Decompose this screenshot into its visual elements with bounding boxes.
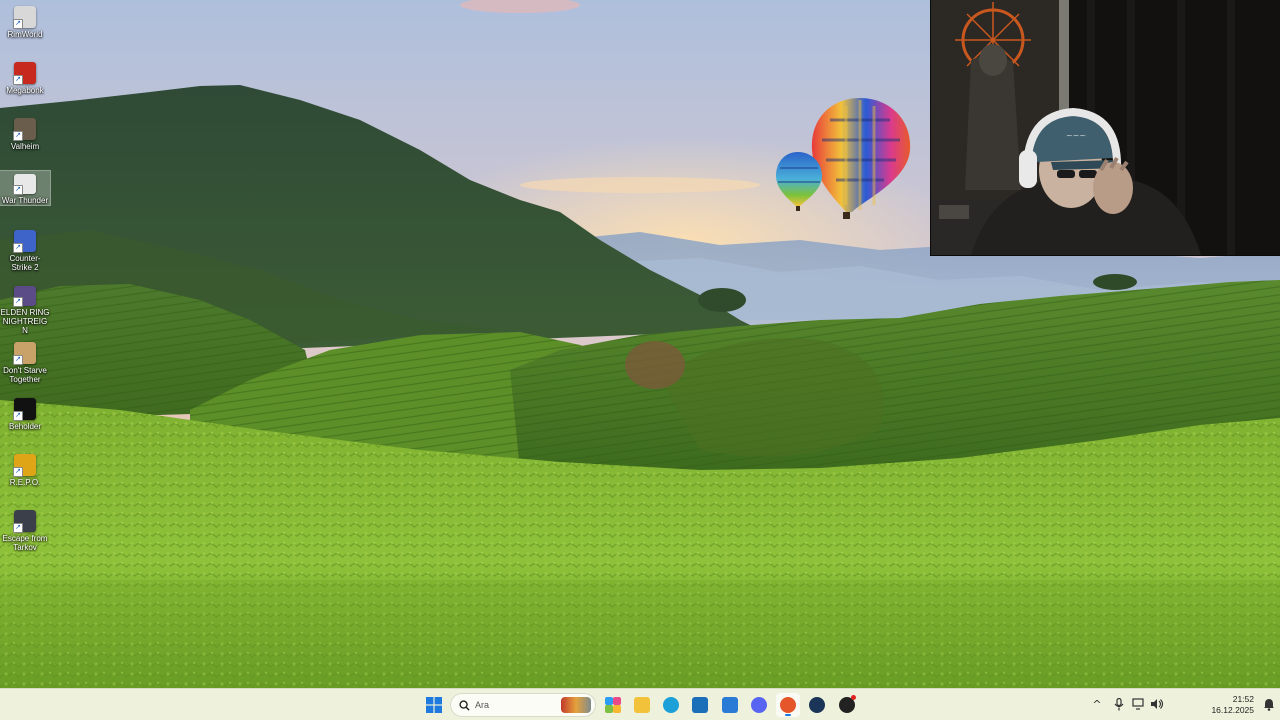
clock-date: 16.12.2025 [1211,705,1254,715]
discord-icon [751,697,767,713]
repo-icon: ↗ [13,454,36,477]
discord-button[interactable] [747,693,771,717]
folder-icon [634,697,650,713]
copilot-icon [605,697,621,713]
edge-button[interactable] [659,693,683,717]
shortcut-arrow-icon: ↗ [13,19,23,29]
svg-text:~~~: ~~~ [1066,131,1086,140]
desktop-shortcut-label: War Thunder [1,196,49,205]
war-thunder-icon: ↗ [13,174,36,195]
desktop-shortcut[interactable]: ↗ ELDEN RING NIGHTREIGN [0,283,50,335]
beholder-icon: ↗ [13,398,36,421]
search-highlight-image [561,697,591,713]
notification-bell-icon[interactable] [1262,698,1276,712]
counter-strike-2-icon: ↗ [13,230,36,253]
shortcut-arrow-icon: ↗ [13,297,23,307]
start-button[interactable] [422,693,446,717]
dont-starve-together-icon: ↗ [13,342,36,365]
elden-ring-nightreign-icon: ↗ [13,286,36,307]
volume-icon[interactable] [1150,698,1164,712]
outlook-button[interactable] [718,693,742,717]
escape-from-tarkov-icon: ↗ [13,510,36,533]
shortcut-arrow-icon: ↗ [13,131,23,141]
firefox-icon [780,697,796,713]
desktop-shortcut[interactable]: ↗ Counter-Strike 2 [0,227,50,279]
desktop-shortcut-label: Don't Starve Together [3,366,47,384]
desktop-shortcut-label: Valheim [10,142,40,151]
store-button[interactable] [688,693,712,717]
clock[interactable]: 21:52 16.12.2025 [1211,694,1254,716]
microphone-icon[interactable] [1112,697,1126,712]
webcam-feed-image: ~~~ [931,0,1280,255]
firefox-button[interactable] [776,693,800,717]
outlook-icon [722,697,738,713]
shortcut-arrow-icon: ↗ [13,411,23,421]
store-icon [692,697,708,713]
shortcut-arrow-icon: ↗ [13,243,23,253]
desktop-shortcut-label: ELDEN RING NIGHTREIGN [0,308,50,335]
desktop-shortcut[interactable]: ↗ War Thunder [0,170,51,206]
shortcut-arrow-icon: ↗ [13,355,23,365]
clock-time: 21:52 [1232,694,1254,704]
desktop-shortcut-label: R.E.P.O. [9,478,41,487]
desktop-shortcut[interactable]: ↗ Valheim [0,115,50,167]
webcam-overlay: ~~~ [930,0,1280,256]
desktop-shortcut-label: Beholder [8,422,42,431]
shortcut-arrow-icon: ↗ [13,523,23,533]
file-explorer-button[interactable] [630,693,654,717]
steelseries-button[interactable] [835,693,859,717]
desktop-shortcut[interactable]: ↗ R.E.P.O. [0,451,50,503]
shortcut-arrow-icon: ↗ [13,75,23,85]
steam-icon [809,697,825,713]
desktop-shortcut[interactable]: ↗ Megabonk [0,59,50,111]
desktop-shortcut[interactable]: ↗ Escape from Tarkov [0,507,50,559]
shortcut-arrow-icon: ↗ [13,467,23,477]
desktop: ↗ RimWorld ↗ Megabonk ↗ Valheim ↗ War Thunder ↗ C… [0,0,1280,720]
system-tray: ^ 21:52 16.12.2025 [1092,689,1280,720]
search-placeholder: Ara [475,700,490,710]
desktop-shortcut-label: Escape from Tarkov [2,534,48,552]
copilot-button[interactable] [601,693,625,717]
taskbar-search-box[interactable]: Ara [450,693,596,717]
desktop-shortcut-label: RimWorld [7,30,43,39]
windows-start-icon [426,697,442,713]
desktop-shortcut[interactable]: ↗ Don't Starve Together [0,339,50,391]
show-hidden-icons-chevron-icon[interactable]: ^ [1090,698,1104,712]
steam-button[interactable] [805,693,829,717]
rimworld-icon: ↗ [13,6,36,29]
edge-icon [663,697,679,713]
network-icon[interactable] [1132,698,1146,712]
desktop-shortcut[interactable]: ↗ RimWorld [0,3,50,55]
search-icon [459,700,470,711]
shortcut-arrow-icon: ↗ [13,185,23,195]
megabonk-icon: ↗ [13,62,36,85]
desktop-shortcut[interactable]: ↗ Beholder [0,395,50,447]
desktop-shortcut-label: Megabonk [6,86,44,95]
notification-badge [851,695,856,700]
active-app-indicator [785,714,791,716]
desktop-shortcut-label: Counter-Strike 2 [9,254,41,272]
taskbar: Ara ^ 21:52 16.12.2025 [0,688,1280,720]
valheim-icon: ↗ [13,118,36,141]
